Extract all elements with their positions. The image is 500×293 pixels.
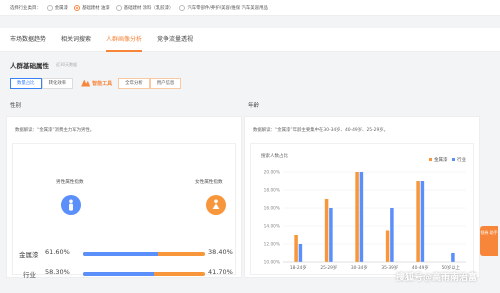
y-tick-label: 16.00%: [264, 206, 280, 212]
tab-crowd-portrait[interactable]: 人群画像分析: [106, 28, 143, 52]
gender-card: 男性属性指数 女性属性指数 金属漆 61.60% 38.40% 行业 58.30…: [12, 143, 236, 279]
gender-bar-industry: [83, 272, 205, 276]
y-axis-label: 搜索人数占比: [261, 152, 288, 159]
row-name-metal-paint: 金属漆: [19, 251, 39, 259]
legend-label: 金属漆: [434, 156, 448, 163]
radio-car-care[interactable]: [179, 4, 186, 11]
count-share-button[interactable]: 数量占比: [10, 77, 42, 89]
legend-swatch: [429, 158, 432, 161]
x-tick-label: 25-29岁: [320, 264, 337, 271]
female-icon: [206, 195, 226, 215]
male-pct-industry: 58.30%: [45, 268, 70, 276]
bar: [420, 181, 425, 262]
bar: [324, 199, 329, 262]
bar: [416, 181, 420, 262]
industry-filter-bar: 选择行业类目： 金属漆 基础建材 油漆 基础建材 涂料（乳胶漆） 汽车零部件/养…: [0, 0, 500, 16]
age-bar-chart: 搜索人数占比金属漆 行业 20.00% 18.00% 16.00% 14.00% 12.00…: [261, 152, 466, 271]
filter-option-2[interactable]: 基础建材 油漆: [82, 5, 110, 11]
female-pct-industry: 41.70%: [208, 268, 233, 276]
filter-label: 选择行业类目：: [10, 5, 41, 11]
bar: [451, 253, 455, 262]
y-tick-label: 10.00%: [264, 260, 280, 266]
legend-swatch: [452, 158, 455, 161]
bar: [385, 230, 390, 262]
female-pct-metal-paint: 38.40%: [208, 248, 233, 256]
age-panel: 数据解读：“金属漆”年龄主要集中在30-34岁、40-49岁、25-29岁。 搜…: [244, 116, 480, 278]
age-card: 搜索人数占比金属漆 行业 20.00% 18.00% 16.00% 14.00% 12.00…: [250, 143, 474, 275]
watermark: 搜狐号@高雨南治富: [396, 273, 478, 283]
radio-latex-paint[interactable]: [115, 4, 122, 11]
tab-market-trend[interactable]: 市场数据趋势: [10, 28, 46, 52]
gender-bar-metal-paint: [83, 252, 205, 256]
radio-metal-paint[interactable]: [46, 4, 53, 11]
view-buttons: 数量占比 转化效率 智能工具 全年分析 用户信息: [10, 77, 182, 89]
bar: [355, 172, 359, 262]
gender-hint: 数据解读：“金属漆”消费主力军为男性。: [15, 128, 95, 133]
y-tick-label: 20.00%: [264, 170, 280, 176]
filter-option-4[interactable]: 汽车零部件/养护/美容/维保 汽车美容用品: [187, 5, 267, 11]
filter-option-3[interactable]: 基础建材 涂料（乳胶漆）: [124, 5, 174, 11]
conversion-button[interactable]: 转化效率: [41, 77, 74, 89]
brand-name: 智能工具: [92, 80, 113, 87]
y-tick-label: 14.00%: [264, 224, 280, 230]
radio-paint[interactable]: [73, 4, 80, 11]
gender-label: 性别: [10, 103, 22, 109]
male-share-fill: [83, 252, 159, 256]
y-tick-label: 18.00%: [264, 188, 280, 194]
y-tick-label: 12.00%: [264, 242, 280, 248]
brand-mark-icon: [81, 79, 91, 87]
age-label: 年龄: [248, 103, 260, 109]
male-pct-metal-paint: 61.60%: [45, 248, 70, 256]
brand-logo: 智能工具: [81, 79, 113, 87]
row-name-industry: 行业: [23, 271, 36, 279]
tab-related-search[interactable]: 相关词搜索: [61, 28, 91, 52]
coupon-assistant-widget[interactable]: 领券 助手: [480, 226, 498, 256]
x-tick-label: 18-24岁: [290, 264, 307, 271]
legend-label: 行业: [457, 156, 466, 163]
gender-panel: 数据解读：“金属漆”消费主力军为男性。 男性属性指数 女性属性指数 金属漆 61…: [6, 116, 242, 279]
male-share-fill: [83, 272, 155, 276]
bar: [390, 208, 394, 262]
male-index-title: 男性属性指数: [56, 180, 84, 185]
user-info-button[interactable]: 用户信息: [149, 77, 182, 89]
section-subtitle: 近30天数据: [56, 62, 78, 67]
female-index-title: 女性属性指数: [195, 180, 223, 185]
x-tick-label: 30-34岁: [351, 264, 368, 271]
filter-option-1[interactable]: 金属漆: [55, 5, 68, 11]
age-hint: 数据解读：“金属漆”年龄主要集中在30-34岁、40-49岁、25-29岁。: [253, 128, 389, 133]
bar: [298, 244, 303, 262]
year-analysis-button[interactable]: 全年分析: [118, 77, 150, 89]
bar: [329, 208, 333, 262]
section-title: 人群基础属性: [10, 62, 49, 70]
tab-competition[interactable]: 竞争流量透视: [157, 28, 193, 52]
bar: [359, 172, 364, 262]
bar: [294, 235, 298, 262]
analysis-tabs: 市场数据趋势 相关词搜索 人群画像分析 竞争流量透视: [0, 28, 500, 52]
male-icon: [61, 195, 81, 215]
